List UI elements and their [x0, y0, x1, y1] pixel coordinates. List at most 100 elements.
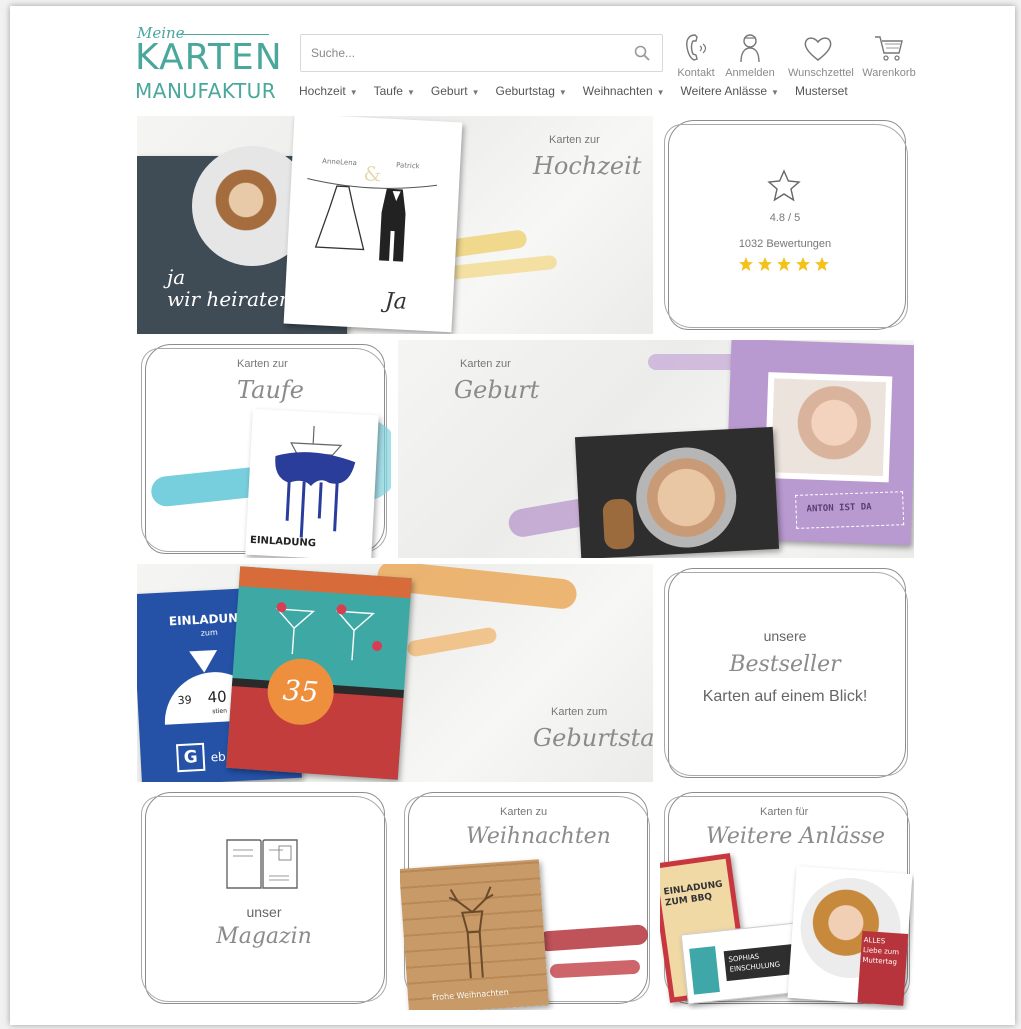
anmelden-link[interactable]: Anmelden	[720, 32, 780, 79]
card-signature: Ja	[384, 288, 408, 315]
orange-paint-stroke	[406, 626, 498, 658]
tile-text: Karten auf einem Blick!	[702, 688, 868, 705]
tile-script-title: Geburtstag	[533, 724, 653, 752]
site-logo[interactable]: Meine KARTEN MANUFAKTUR	[135, 24, 285, 104]
baby-photo	[770, 378, 887, 477]
dial-mid: 40	[207, 687, 228, 707]
star-filled-icon	[739, 257, 753, 271]
card-text: Frohe Weihnachten	[431, 987, 510, 1003]
tile-taufe[interactable]: EINLADUNG Karten zur Taufe	[137, 340, 391, 558]
tile-script-title: Weitere Anlässe	[706, 824, 886, 849]
search-input[interactable]	[311, 43, 621, 63]
nav-label: Geburt	[430, 84, 468, 98]
chevron-down-icon: ▼	[558, 88, 567, 97]
card-muttertag: ALLES Liebe zum Muttertag	[787, 866, 913, 1006]
star-filled-icon	[815, 257, 829, 271]
card-name-left: AnneLena	[321, 157, 358, 168]
baby-photo	[633, 444, 739, 551]
heart-icon	[804, 37, 832, 61]
wunschzettel-link[interactable]: Wunschzettel	[788, 32, 854, 79]
card-35-birthday: 35	[226, 566, 412, 780]
warenkorb-label: Warenkorb	[862, 67, 916, 79]
nav-label: Hochzeit	[299, 84, 346, 98]
tile-script-title: Magazin	[216, 924, 312, 949]
card-text: ALLES Liebe zum Muttertag	[862, 935, 900, 967]
nav-item-hochzeit[interactable]: Hochzeit ▼	[299, 84, 358, 100]
dial-left: 39	[177, 693, 193, 708]
nav-item-geburt[interactable]: Geburt ▼	[431, 84, 480, 100]
rating-count: 1032 Bewertungen	[738, 238, 832, 250]
sketch-frame	[141, 796, 387, 1002]
cocktail-glasses-illustration	[275, 602, 383, 661]
tile-script-title: Bestseller	[729, 652, 841, 677]
tile-small-label: Karten zu	[500, 806, 548, 818]
tile-small-label: Karten zum	[551, 706, 608, 718]
chevron-down-icon: ▼	[656, 88, 665, 97]
logo-line	[179, 34, 269, 35]
schultuete-illustration	[689, 946, 720, 995]
search-icon[interactable]	[634, 45, 650, 61]
card-red-band: ALLES Liebe zum Muttertag	[857, 930, 909, 1006]
kontakt-link[interactable]: Kontakt	[666, 32, 726, 79]
card-weihnachten: Frohe Weihnachten	[400, 859, 549, 1010]
baby-photo-frame	[764, 372, 893, 483]
badge-tail: eb	[210, 749, 227, 765]
tile-small-label: Karten für	[760, 806, 809, 818]
tile-small-label: Karten zur	[460, 358, 511, 370]
kontakt-icon	[686, 34, 707, 61]
logo-karten: KARTEN	[135, 37, 283, 78]
card-text: ja wir heiraten	[167, 265, 292, 311]
watercolor-boat-illustration	[275, 425, 356, 538]
tile-small-label: Karten zur	[549, 134, 600, 146]
tile-script-title: Hochzeit	[533, 152, 642, 180]
chevron-down-icon: ▼	[406, 88, 415, 97]
bear-illustration	[602, 498, 635, 550]
nav-item-weihnachten[interactable]: Weihnachten ▼	[583, 84, 665, 100]
star-filled-icon	[777, 257, 791, 271]
kontakt-label: Kontakt	[677, 67, 715, 79]
chevron-down-icon: ▼	[771, 88, 779, 97]
card-name-right: Patrick	[395, 161, 420, 171]
nav-item-geburtstag[interactable]: Geburtstag ▼	[496, 84, 567, 100]
nav-label: Taufe	[373, 84, 403, 98]
tile-geburtstag[interactable]: EINLADUNG zum 39 40 stien G eb 35 Karten…	[137, 564, 653, 782]
tile-geburt[interactable]: ANTON IST DA Karten zur Geburt	[398, 340, 914, 558]
nav-item-weitere-anlaesse[interactable]: Weitere Anlässe ▼	[681, 84, 779, 100]
tile-script-title: Geburt	[454, 376, 540, 404]
tile-small-label: Karten zur	[237, 358, 288, 370]
search-box	[300, 34, 663, 72]
chevron-down-icon: ▼	[349, 88, 358, 97]
nav-label: Musterset	[794, 84, 848, 98]
tile-weihnachten[interactable]: Karten zu Weihnachten Frohe Weihnachten	[400, 788, 654, 1010]
warenkorb-link[interactable]: Warenkorb	[859, 32, 919, 79]
card-text: ANTON IST DA	[806, 502, 872, 515]
logo-manufaktur: MANUFAKTUR	[135, 79, 277, 103]
nav-item-taufe[interactable]: Taufe ▼	[374, 84, 415, 100]
card-text: EINLADUNG ZUM BBQ	[663, 879, 724, 909]
nav-label: Weitere Anlässe	[680, 84, 768, 98]
tile-magazin[interactable]: unser Magazin	[137, 788, 391, 1010]
tile-small-label: unser	[246, 904, 282, 920]
card-baby-bear	[574, 426, 780, 558]
card-taufe: EINLADUNG	[245, 408, 379, 558]
sketch-frame	[664, 124, 908, 328]
nav-item-musterset[interactable]: Musterset	[795, 84, 848, 100]
star-filled-icon	[796, 257, 810, 271]
anmelden-icon	[740, 34, 760, 63]
dial-sub: stien	[212, 707, 228, 716]
rating-score: 4.8 / 5	[769, 212, 801, 224]
tile-hochzeit[interactable]: ja wir heiraten AnneLena & Patrick Ja Ka…	[137, 116, 653, 334]
card-label-box: ANTON IST DA	[795, 491, 905, 529]
tile-small-label: unsere	[763, 628, 807, 644]
rating-stars	[738, 256, 830, 272]
tile-rating[interactable]: 4.8 / 5 1032 Bewertungen	[662, 116, 914, 334]
tile-bestseller[interactable]: unsere Bestseller Karten auf einem Blick…	[662, 564, 914, 782]
tile-weitere-anlaesse[interactable]: Karten für Weitere Anlässe EINLADUNG ZUM…	[660, 788, 914, 1010]
deer-illustration	[448, 886, 494, 979]
tile-script-title: Taufe	[237, 376, 304, 404]
dress-tuxedo-illustration	[307, 178, 438, 262]
nav-label: Weihnachten	[582, 84, 653, 98]
cart-icon	[875, 36, 903, 61]
anmelden-label: Anmelden	[725, 67, 775, 79]
card-text: EINLADUNG	[249, 534, 317, 550]
